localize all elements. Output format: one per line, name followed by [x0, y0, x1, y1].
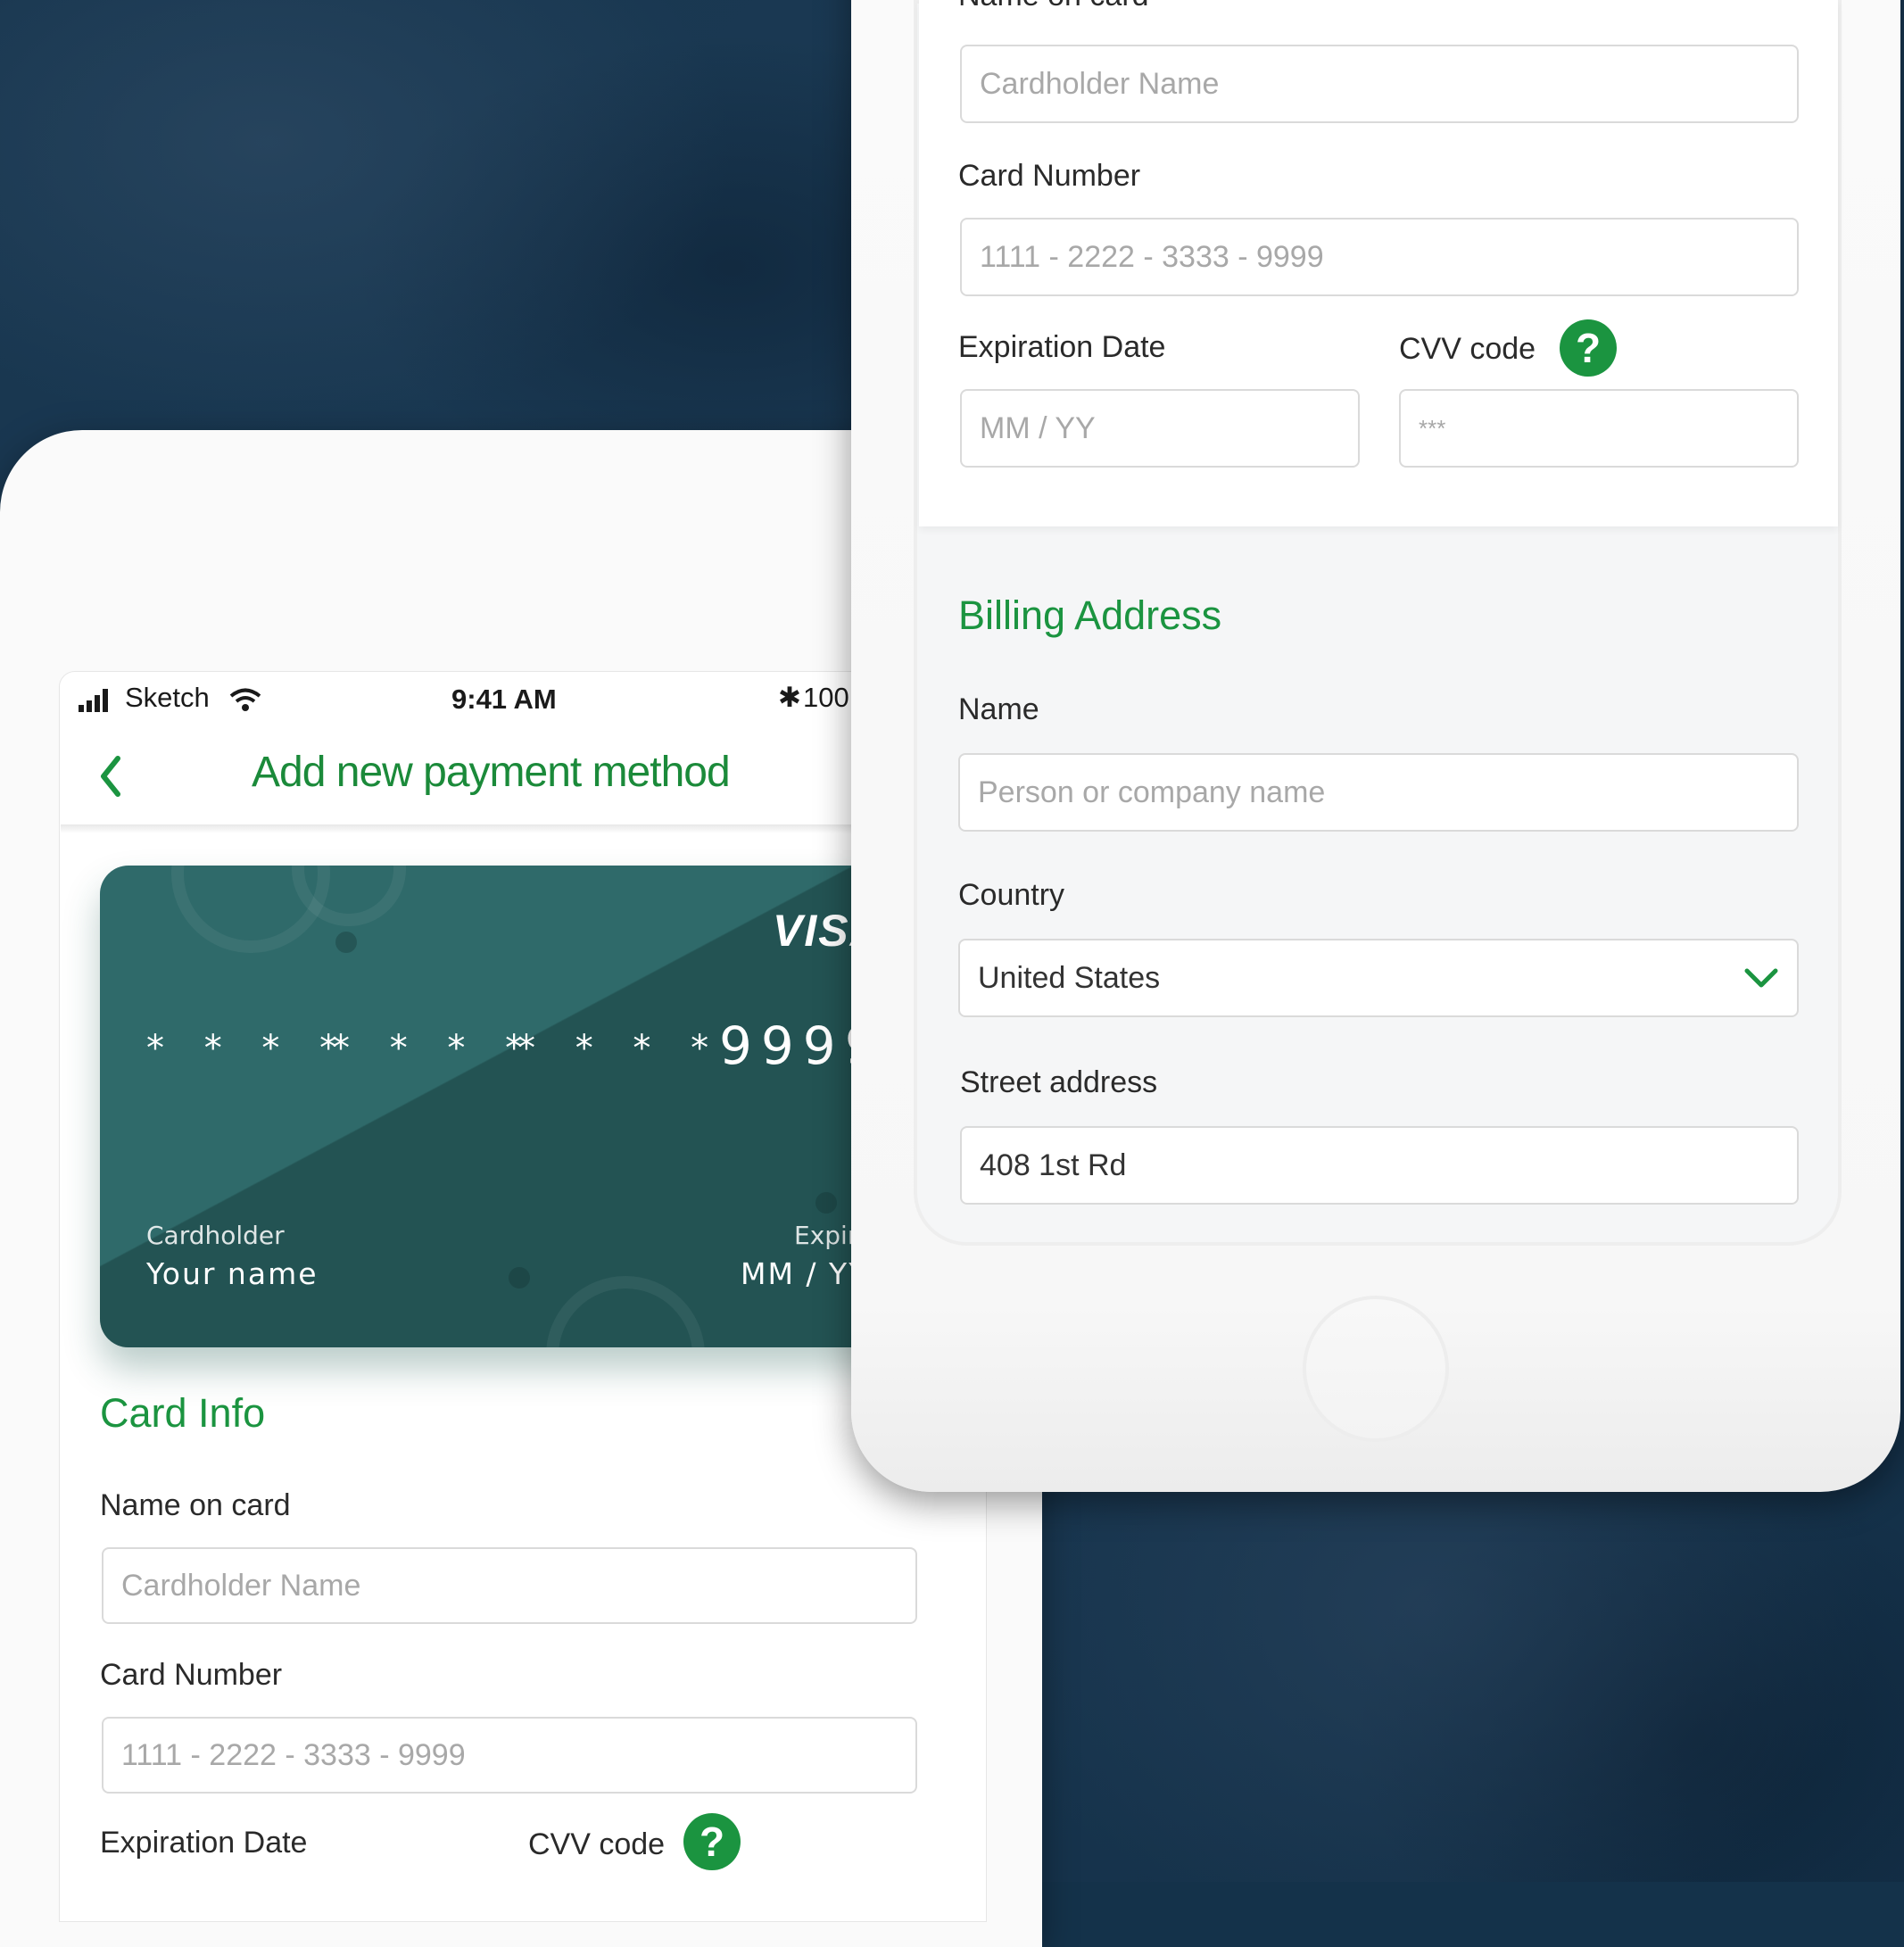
card-cardholder-label: Cardholder	[146, 1221, 285, 1250]
expiration-date-input[interactable]: MM / YY	[960, 389, 1360, 468]
cardholder-name-input[interactable]: Cardholder Name	[102, 1547, 917, 1624]
street-address-input[interactable]: 408 1st Rd	[960, 1126, 1799, 1205]
name-on-card-label: Name on card	[958, 0, 1149, 13]
card-masked-group-1: * * * *	[146, 1028, 352, 1069]
cardholder-name-input[interactable]: Cardholder Name	[960, 45, 1799, 123]
status-time: 9:41 AM	[451, 684, 557, 715]
card-cardholder-value: Your name	[146, 1256, 319, 1291]
card-expiry-value: MM / YY	[741, 1256, 869, 1291]
card-decor-dot	[335, 932, 357, 953]
card-number-input[interactable]: 1111 - 2222 - 3333 - 9999	[102, 1717, 917, 1794]
card-decor-dot	[815, 1192, 837, 1214]
card-number-input[interactable]: 1111 - 2222 - 3333 - 9999	[960, 218, 1799, 296]
status-bar: Sketch 9:41 AM ✱ 100	[77, 682, 880, 717]
country-label: Country	[958, 878, 1065, 912]
billing-name-input[interactable]: Person or company name	[958, 753, 1799, 832]
card-info-title: Card Info	[100, 1390, 266, 1436]
nav-divider	[61, 824, 864, 833]
carrier-name: Sketch	[125, 682, 210, 713]
page-title: Add new payment method	[252, 749, 731, 796]
home-button[interactable]	[1303, 1296, 1449, 1442]
expiration-date-label: Expiration Date	[958, 330, 1166, 364]
country-value: United States	[978, 960, 1161, 995]
cvv-code-label: CVV code	[1399, 332, 1536, 366]
street-address-label: Street address	[960, 1065, 1158, 1099]
card-masked-group-3: * * * *	[517, 1028, 724, 1069]
card-decor-dot	[509, 1267, 530, 1288]
battery-level: 100	[803, 682, 849, 713]
billing-address-title: Billing Address	[958, 592, 1222, 638]
back-chevron-icon[interactable]	[93, 751, 128, 801]
cvv-code-label: CVV code	[528, 1827, 666, 1861]
wifi-icon	[229, 688, 261, 711]
card-number-label: Card Number	[958, 159, 1141, 193]
billing-name-label: Name	[958, 692, 1039, 726]
name-on-card-label: Name on card	[100, 1488, 291, 1522]
expiration-date-label: Expiration Date	[100, 1826, 308, 1860]
cvv-help-icon[interactable]: ?	[1560, 319, 1617, 377]
card-masked-group-2: * * * *	[332, 1028, 538, 1069]
country-select[interactable]: United States	[958, 939, 1799, 1017]
bluetooth-icon: ✱	[778, 682, 801, 713]
card-number-label: Card Number	[100, 1658, 283, 1692]
signal-icon	[79, 689, 108, 712]
cvv-help-icon[interactable]: ?	[683, 1813, 741, 1870]
cvv-code-input[interactable]: ***	[1399, 389, 1799, 468]
chevron-down-icon	[1744, 968, 1778, 988]
